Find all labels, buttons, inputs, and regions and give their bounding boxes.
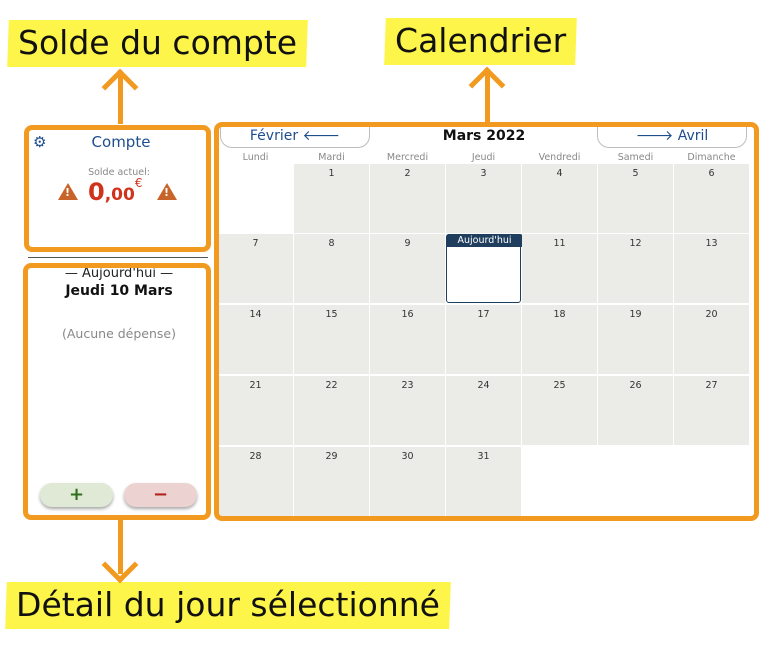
calendar-day[interactable]: 29 bbox=[294, 447, 369, 516]
day-number: 26 bbox=[629, 380, 642, 391]
calendar-day[interactable]: 5 bbox=[598, 164, 673, 233]
arrow-head-solde bbox=[101, 68, 139, 106]
calendar-day[interactable]: 20 bbox=[674, 305, 749, 374]
calendar-day[interactable]: 24 bbox=[446, 376, 521, 445]
callout-calendrier: Calendrier bbox=[384, 18, 578, 65]
day-number: 13 bbox=[705, 238, 718, 249]
day-number: 14 bbox=[249, 309, 262, 320]
calendar-day[interactable]: 9 bbox=[370, 234, 445, 303]
day-number: 4 bbox=[556, 168, 563, 179]
day-number: 22 bbox=[325, 380, 338, 391]
calendar-day[interactable]: 28 bbox=[218, 447, 293, 516]
day-number: 11 bbox=[553, 238, 566, 249]
today-label: — Aujourd'hui — bbox=[64, 266, 174, 281]
day-number: 8 bbox=[328, 238, 335, 249]
day-number: 19 bbox=[629, 309, 642, 320]
warning-icon: ! bbox=[157, 183, 177, 200]
calendar-day[interactable]: 26 bbox=[598, 376, 673, 445]
weekday-label: Mardi bbox=[318, 152, 345, 163]
calendar-day[interactable]: 4 bbox=[522, 164, 597, 233]
weekday-label: Mercredi bbox=[386, 152, 429, 163]
calendar-day[interactable]: 31 bbox=[446, 447, 521, 516]
day-number: 27 bbox=[705, 380, 718, 391]
calendar-day[interactable]: 30 bbox=[370, 447, 445, 516]
day-number: 6 bbox=[708, 168, 715, 179]
day-number: 7 bbox=[252, 238, 259, 249]
day-number: 3 bbox=[480, 168, 487, 179]
day-number: 31 bbox=[477, 451, 490, 462]
calendar-day[interactable]: 3 bbox=[446, 164, 521, 233]
calendar-day[interactable]: 12 bbox=[598, 234, 673, 303]
calendar-day[interactable]: 13 bbox=[674, 234, 749, 303]
calendar-day[interactable]: 11 bbox=[522, 234, 597, 303]
calendar-day[interactable]: 21 bbox=[218, 376, 293, 445]
gear-icon[interactable]: ⚙ bbox=[33, 133, 46, 151]
warning-icon: ! bbox=[58, 183, 78, 200]
weekday-label: Lundi bbox=[242, 152, 269, 163]
day-number: 20 bbox=[705, 309, 718, 320]
calendar-day[interactable]: 27 bbox=[674, 376, 749, 445]
callout-detail-du-jour: Détail du jour sélectionné bbox=[5, 582, 451, 629]
calendar-day[interactable]: 14 bbox=[218, 305, 293, 374]
calendar-day[interactable]: 19 bbox=[598, 305, 673, 374]
day-number: 28 bbox=[249, 451, 262, 462]
day-number: 21 bbox=[249, 380, 262, 391]
balance-label: Solde actuel: bbox=[88, 167, 150, 178]
calendar-day[interactable]: 25 bbox=[522, 376, 597, 445]
month-title: Mars 2022 bbox=[442, 128, 526, 144]
calendar-day[interactable]: 2 bbox=[370, 164, 445, 233]
calendar-day[interactable]: 18 bbox=[522, 305, 597, 374]
calendar-day[interactable]: 6 bbox=[674, 164, 749, 233]
day-number: 30 bbox=[401, 451, 414, 462]
day-number: 16 bbox=[401, 309, 414, 320]
day-number: 2 bbox=[404, 168, 411, 179]
day-number: 15 bbox=[325, 309, 338, 320]
day-number: 24 bbox=[477, 380, 490, 391]
calendar-day[interactable]: 8 bbox=[294, 234, 369, 303]
calendar-day[interactable]: 7 bbox=[218, 234, 293, 303]
balance-amount: 0,00€ bbox=[88, 176, 143, 206]
arrow-head-calendrier bbox=[468, 66, 506, 104]
separator bbox=[28, 257, 208, 258]
callout-solde-du-compte: Solde du compte bbox=[7, 20, 308, 67]
calendar-day[interactable]: 15 bbox=[294, 305, 369, 374]
calendar-empty-cell bbox=[674, 447, 749, 516]
day-number: 25 bbox=[553, 380, 566, 391]
calendar-day[interactable]: 17 bbox=[446, 305, 521, 374]
day-number: 17 bbox=[477, 309, 490, 320]
account-title[interactable]: Compte bbox=[60, 133, 182, 151]
add-expense-button[interactable]: − bbox=[124, 483, 197, 507]
calendar-day[interactable]: 22 bbox=[294, 376, 369, 445]
weekday-label: Dimanche bbox=[687, 152, 736, 163]
day-number: 12 bbox=[629, 238, 642, 249]
add-income-button[interactable]: + bbox=[40, 483, 113, 507]
calendar-day[interactable]: 23 bbox=[370, 376, 445, 445]
weekday-label: Samedi bbox=[617, 152, 654, 163]
calendar-empty-cell bbox=[522, 447, 597, 516]
calendar-day[interactable]: 1 bbox=[294, 164, 369, 233]
calendar-day[interactable]: 16 bbox=[370, 305, 445, 374]
weekday-label: Jeudi bbox=[471, 152, 496, 163]
arrow-head-detail bbox=[101, 546, 139, 584]
calendar-empty-cell bbox=[218, 164, 293, 233]
day-number: 1 bbox=[328, 168, 335, 179]
day-number: 18 bbox=[553, 309, 566, 320]
day-number: 9 bbox=[404, 238, 411, 249]
today-banner: Aujourd'hui bbox=[446, 234, 523, 247]
day-number: 29 bbox=[325, 451, 338, 462]
calendar-day-today[interactable]: Aujourd'hui bbox=[446, 234, 523, 303]
prev-month-button[interactable]: Février 🡐 bbox=[220, 126, 370, 148]
calendar-empty-cell bbox=[598, 447, 673, 516]
empty-expenses-text: (Aucune dépense) bbox=[62, 326, 176, 341]
weekday-label: Vendredi bbox=[538, 152, 581, 163]
next-month-button[interactable]: 🡒 Avril bbox=[597, 126, 747, 148]
day-number: 23 bbox=[401, 380, 414, 391]
selected-date: Jeudi 10 Mars bbox=[65, 283, 173, 299]
day-number: 5 bbox=[632, 168, 639, 179]
